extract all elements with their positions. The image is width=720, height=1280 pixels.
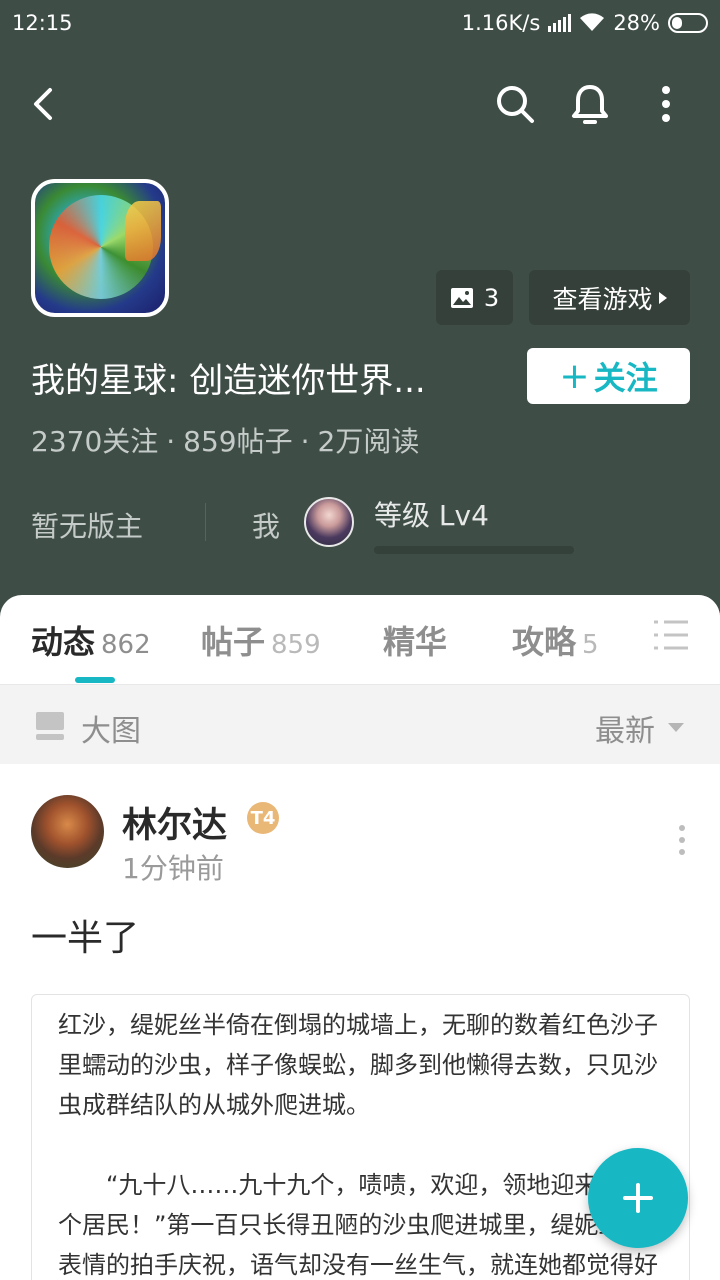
signal-icon <box>548 14 572 32</box>
status-time: 12:15 <box>12 11 73 35</box>
view-mode-label[interactable]: 大图 <box>81 706 141 750</box>
image-icon <box>450 287 473 308</box>
post-title: 一半了 <box>31 918 140 959</box>
game-title: 我的星球: 创造迷你世界... <box>31 361 426 401</box>
me-label: 我 <box>252 510 281 543</box>
tab-guides[interactable]: 攻略 5 <box>512 617 599 663</box>
image-count: 3 <box>483 283 500 312</box>
battery-icon <box>668 13 708 33</box>
search-icon[interactable] <box>493 82 537 126</box>
moderator-info[interactable]: 暂无版主 <box>31 505 143 545</box>
filter-bar: 大图 最新 <box>0 686 720 764</box>
followers-count: 2370关注 <box>31 425 159 458</box>
chevron-right-icon <box>658 291 667 304</box>
active-tab-indicator <box>75 677 115 683</box>
view-game-button[interactable]: 查看游戏 <box>529 270 690 325</box>
more-vertical-icon[interactable] <box>644 82 688 126</box>
author-name[interactable]: 林尔达 <box>122 797 227 848</box>
tab-bar: 动态 862 帖子 859 精华 攻略 5 <box>0 595 720 685</box>
posts-count: 859帖子 <box>183 425 293 458</box>
divider <box>205 503 206 541</box>
tab-label: 帖子 <box>201 623 266 661</box>
plus-icon: + <box>559 355 590 397</box>
big-image-view-icon[interactable] <box>35 711 65 741</box>
tab-label: 精华 <box>383 623 448 661</box>
tab-label: 攻略 <box>512 623 577 661</box>
view-game-label: 查看游戏 <box>552 284 653 314</box>
plus-icon <box>623 1183 653 1213</box>
tab-label: 动态 <box>31 623 96 661</box>
network-speed: 1.16K/s <box>461 11 541 35</box>
back-icon[interactable] <box>26 82 66 126</box>
status-bar: 12:15 1.16K/s 28% <box>0 0 720 48</box>
create-post-button[interactable] <box>588 1148 688 1248</box>
post-excerpt[interactable]: 红沙，缇妮丝半倚在倒塌的城墙上，无聊的数着红色沙子里蠕动的沙虫，样子像蜈蚣，脚多… <box>31 994 690 1280</box>
list-icon[interactable] <box>652 617 690 653</box>
battery-percent: 28% <box>613 11 660 35</box>
follow-button[interactable]: + 关注 <box>527 348 690 404</box>
wifi-icon <box>580 13 605 31</box>
forum-stats: 2370关注 · 859帖子 · 2万阅读 <box>31 425 420 458</box>
user-level[interactable]: 等级 Lv4 <box>374 494 489 534</box>
excerpt-paragraph: “九十八……九十九个，啧啧，欢迎，领地迎来一百个居民！”第一百只长得丑陋的沙虫爬… <box>58 1171 658 1279</box>
follow-label: 关注 <box>593 359 658 397</box>
author-avatar[interactable] <box>31 795 104 868</box>
excerpt-paragraph: 红沙，缇妮丝半倚在倒塌的城墙上，无聊的数着红色沙子里蠕动的沙虫，样子像蜈蚣，脚多… <box>58 1011 658 1119</box>
reads-count: 2万阅读 <box>317 425 420 458</box>
screenshots-button[interactable]: 3 <box>436 270 513 325</box>
author-badge: T4 <box>247 802 279 834</box>
chevron-down-icon <box>668 723 684 732</box>
tab-activity[interactable]: 动态 862 <box>31 617 151 663</box>
tab-posts[interactable]: 帖子 859 <box>201 617 321 663</box>
user-avatar[interactable] <box>304 497 354 547</box>
bell-icon[interactable] <box>568 82 612 126</box>
post-more-icon[interactable] <box>670 822 694 858</box>
tab-count: 862 <box>101 630 151 660</box>
game-icon[interactable] <box>31 179 169 317</box>
post-time: 1分钟前 <box>122 852 224 885</box>
tab-count: 859 <box>271 630 321 660</box>
tab-featured[interactable]: 精华 <box>383 617 447 663</box>
level-progress-bar <box>374 546 574 554</box>
sort-selector[interactable]: 最新 <box>595 706 655 750</box>
tab-count: 5 <box>582 630 599 660</box>
